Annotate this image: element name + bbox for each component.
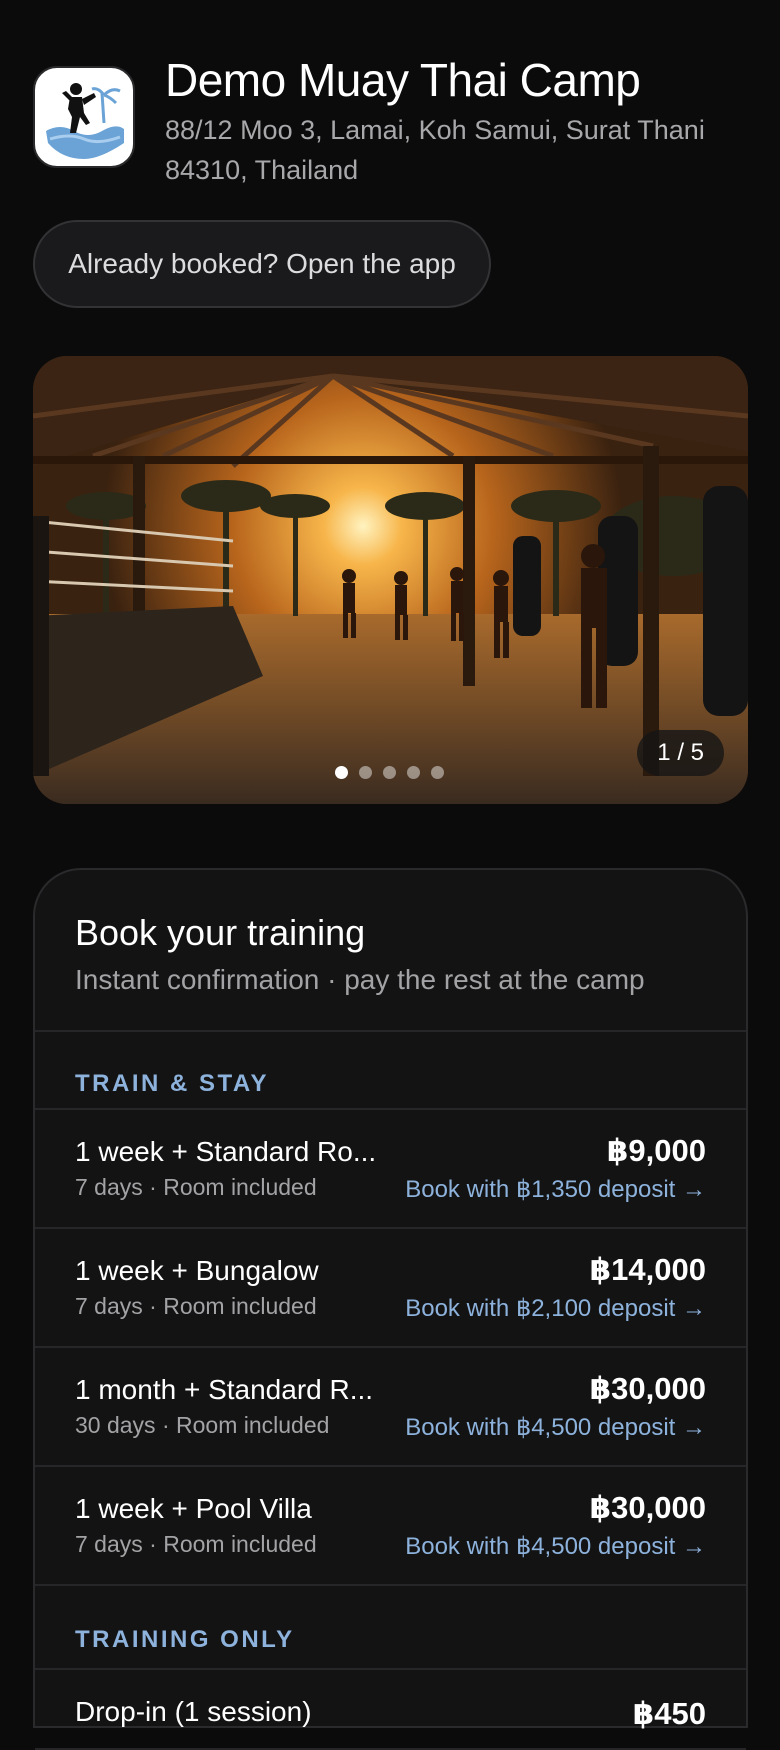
package-name: 1 week + Pool Villa xyxy=(75,1493,312,1524)
package-price: ฿30,000 xyxy=(589,1371,706,1406)
package-price: ฿450 xyxy=(632,1696,706,1731)
package-price: ฿9,000 xyxy=(606,1133,706,1168)
package-row[interactable]: Drop-in (1 session) ฿450 xyxy=(35,1670,746,1750)
gallery-dot[interactable] xyxy=(359,766,372,779)
package-meta: 7 days · Room included xyxy=(75,1293,317,1319)
package-name: 1 month + Standard R... xyxy=(75,1374,374,1405)
gallery-pagination xyxy=(335,766,444,779)
package-meta: 30 days · Room included xyxy=(75,1412,330,1438)
package-meta: 7 days · Room included xyxy=(75,1174,317,1200)
gallery-counter: 1 / 5 xyxy=(637,730,724,776)
camp-address: 88/12 Moo 3, Lamai, Koh Samui, Surat Tha… xyxy=(165,115,705,185)
gallery-dot[interactable] xyxy=(407,766,420,779)
section-label-training-only: TRAINING ONLY xyxy=(35,1586,746,1670)
section-label-train-stay: TRAIN & STAY xyxy=(35,1032,746,1110)
package-price: ฿30,000 xyxy=(589,1490,706,1525)
booking-subtitle: Instant confirmation · pay the rest at t… xyxy=(75,964,645,995)
package-name: Drop-in (1 session) xyxy=(75,1696,312,1727)
package-name: 1 week + Bungalow xyxy=(75,1255,319,1286)
gallery-dot[interactable] xyxy=(335,766,348,779)
deposit-link[interactable]: Book with ฿4,500 deposit → xyxy=(405,1413,706,1442)
gallery-dot[interactable] xyxy=(431,766,444,779)
package-name: 1 week + Standard Ro... xyxy=(75,1136,377,1167)
booking-header: Book your training Instant confirmation … xyxy=(35,870,746,1032)
gym-photo xyxy=(33,356,748,804)
photo-gallery[interactable]: 1 / 5 xyxy=(33,356,748,804)
booking-card: Book your training Instant confirmation … xyxy=(33,868,748,1750)
package-row[interactable]: 1 week + Standard Ro... 7 days · Room in… xyxy=(35,1110,746,1229)
package-row[interactable]: 1 month + Standard R... 30 days · Room i… xyxy=(35,1348,746,1467)
deposit-link[interactable]: Book with ฿4,500 deposit → xyxy=(405,1532,706,1561)
package-meta: 7 days · Room included xyxy=(75,1531,317,1557)
gallery-dot[interactable] xyxy=(383,766,396,779)
booking-title: Book your training xyxy=(75,912,366,953)
camp-header: Demo Muay Thai Camp 88/12 Moo 3, Lamai, … xyxy=(33,52,753,190)
camp-name: Demo Muay Thai Camp xyxy=(165,54,641,106)
deposit-link[interactable]: Book with ฿1,350 deposit → xyxy=(405,1175,706,1204)
open-app-button[interactable]: Already booked? Open the app xyxy=(33,220,491,308)
package-price: ฿14,000 xyxy=(589,1252,706,1287)
camp-logo-icon xyxy=(33,66,135,168)
package-row[interactable]: 1 week + Bungalow 7 days · Room included… xyxy=(35,1229,746,1348)
deposit-link[interactable]: Book with ฿2,100 deposit → xyxy=(405,1294,706,1323)
package-row[interactable]: 1 week + Pool Villa 7 days · Room includ… xyxy=(35,1467,746,1586)
